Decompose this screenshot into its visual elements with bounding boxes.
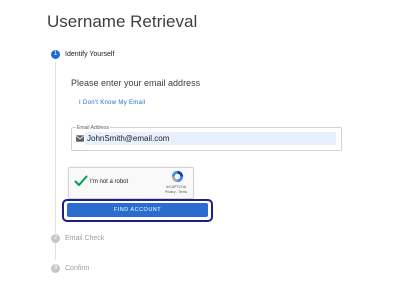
step-3-label: Confirm — [65, 265, 90, 272]
step-2-indicator: 2 — [51, 234, 60, 243]
recaptcha-terms-link[interactable]: Privacy - Terms — [162, 190, 190, 194]
dont-know-email-link[interactable]: I Don't Know My Email — [79, 100, 145, 106]
stepper-line — [55, 62, 56, 260]
page-title: Username Retrieval — [47, 12, 198, 31]
step-1-indicator: 1 — [51, 50, 60, 59]
step-3-indicator: 3 — [51, 264, 60, 273]
recaptcha-label: I'm not a robot — [90, 179, 129, 185]
find-account-button[interactable]: FIND ACCOUNT — [67, 203, 208, 217]
recaptcha-brand: reCAPTCHA — [165, 185, 187, 189]
check-icon[interactable] — [74, 175, 88, 187]
email-prompt: Please enter your email address — [71, 78, 201, 88]
step-1-label: Identify Yourself — [65, 51, 115, 58]
email-field-label: Email Address — [76, 125, 110, 131]
recaptcha-logo-icon — [171, 170, 184, 183]
step-2-label: Email Check — [65, 235, 105, 242]
mail-icon — [76, 135, 84, 142]
email-input[interactable] — [87, 132, 336, 145]
